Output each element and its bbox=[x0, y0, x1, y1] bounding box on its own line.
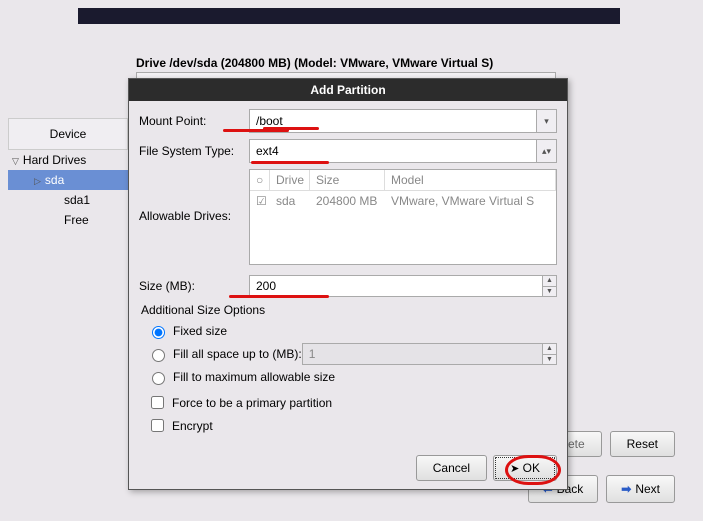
fill-up-spin-buttons: ▲▼ bbox=[542, 344, 556, 364]
next-label: Next bbox=[635, 482, 660, 496]
allowable-drives-list[interactable]: ○ Drive Size Model ☑ sda 204800 MB VMwar… bbox=[249, 169, 557, 265]
arrow-right-icon: ➡ bbox=[621, 482, 631, 496]
drives-header-drive: Drive bbox=[270, 170, 310, 190]
size-row: Size (MB): ▲▼ bbox=[139, 275, 557, 297]
radio-fill-up[interactable] bbox=[152, 349, 165, 362]
tree-hard-drives[interactable]: Hard Drives bbox=[8, 150, 128, 170]
size-label: Size (MB): bbox=[139, 279, 249, 293]
add-partition-dialog: Add Partition Mount Point: /boot ▾ File … bbox=[128, 78, 568, 490]
fill-up-input bbox=[303, 344, 534, 364]
dialog-footer: Cancel ➤ OK bbox=[129, 447, 567, 489]
drives-header: ○ Drive Size Model bbox=[250, 170, 556, 191]
mount-point-combo[interactable]: /boot ▾ bbox=[249, 109, 557, 133]
opt-fill-up-to[interactable]: Fill all space up to (MB): ▲▼ bbox=[147, 343, 557, 365]
drive-info-label: Drive /dev/sda (204800 MB) (Model: VMwar… bbox=[136, 56, 493, 70]
allowable-drives-label: Allowable Drives: bbox=[139, 209, 249, 223]
size-input[interactable] bbox=[250, 276, 542, 296]
drives-header-check: ○ bbox=[250, 170, 270, 190]
drive-model: VMware, VMware Virtual S bbox=[385, 191, 556, 211]
tree-free[interactable]: Free bbox=[8, 210, 128, 230]
fs-type-label: File System Type: bbox=[139, 144, 249, 158]
updown-icon[interactable]: ▴▾ bbox=[536, 140, 556, 162]
drive-checkbox[interactable]: ☑ bbox=[250, 191, 270, 211]
opt-fixed-label: Fixed size bbox=[173, 324, 227, 338]
reset-button[interactable]: Reset bbox=[610, 431, 675, 457]
next-button[interactable]: ➡ Next bbox=[606, 475, 675, 503]
device-column-header: Device bbox=[8, 118, 128, 150]
drive-size: 204800 MB bbox=[310, 191, 385, 211]
encrypt-label: Encrypt bbox=[172, 419, 213, 433]
encrypt-row[interactable]: Encrypt bbox=[147, 416, 557, 435]
radio-fixed[interactable] bbox=[152, 326, 165, 339]
force-primary-row[interactable]: Force to be a primary partition bbox=[147, 393, 557, 412]
opt-fixed-size[interactable]: Fixed size bbox=[147, 323, 557, 339]
opt-fill-max-label: Fill to maximum allowable size bbox=[173, 370, 335, 384]
fill-up-spinner: ▲▼ bbox=[302, 343, 557, 365]
mount-point-row: Mount Point: /boot ▾ bbox=[139, 109, 557, 133]
tree-sda[interactable]: sda bbox=[8, 170, 128, 190]
drives-header-model: Model bbox=[385, 170, 556, 190]
radio-fill-max[interactable] bbox=[152, 372, 165, 385]
opt-fill-max[interactable]: Fill to maximum allowable size bbox=[147, 369, 557, 385]
size-spin-buttons[interactable]: ▲▼ bbox=[542, 276, 556, 296]
mount-point-label: Mount Point: bbox=[139, 114, 249, 128]
mount-point-value: /boot bbox=[250, 114, 536, 128]
force-primary-label: Force to be a primary partition bbox=[172, 396, 332, 410]
drives-row: Allowable Drives: ○ Drive Size Model ☑ s… bbox=[139, 169, 557, 265]
device-tree: Device Hard Drives sda sda1 Free bbox=[8, 118, 128, 230]
drive-name: sda bbox=[270, 191, 310, 211]
fs-type-value: ext4 bbox=[250, 144, 536, 158]
drives-row-item[interactable]: ☑ sda 204800 MB VMware, VMware Virtual S bbox=[250, 191, 556, 211]
opt-fill-up-label: Fill all space up to (MB): bbox=[173, 347, 302, 361]
additional-size-label: Additional Size Options bbox=[141, 303, 557, 317]
dialog-title: Add Partition bbox=[129, 79, 567, 101]
cancel-button[interactable]: Cancel bbox=[416, 455, 487, 481]
ok-button[interactable]: ➤ OK bbox=[493, 455, 557, 481]
chevron-down-icon[interactable]: ▾ bbox=[536, 110, 556, 132]
tree-sda1[interactable]: sda1 bbox=[8, 190, 128, 210]
top-dark-bar bbox=[78, 8, 620, 24]
size-spinner[interactable]: ▲▼ bbox=[249, 275, 557, 297]
force-primary-checkbox[interactable] bbox=[151, 396, 164, 409]
fs-type-row: File System Type: ext4 ▴▾ bbox=[139, 139, 557, 163]
cursor-icon: ➤ bbox=[510, 463, 519, 475]
encrypt-checkbox[interactable] bbox=[151, 419, 164, 432]
drives-header-size: Size bbox=[310, 170, 385, 190]
fs-type-combo[interactable]: ext4 ▴▾ bbox=[249, 139, 557, 163]
